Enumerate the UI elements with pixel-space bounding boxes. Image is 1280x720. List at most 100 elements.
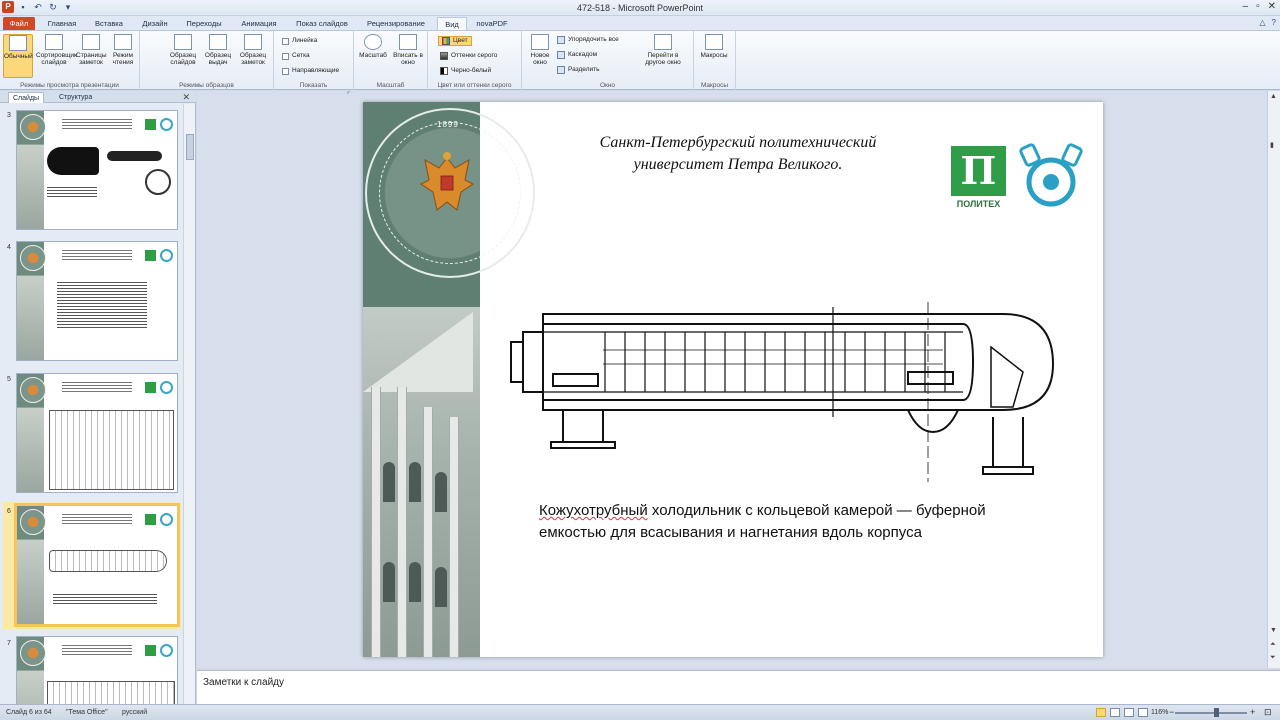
fit-slide-icon[interactable]: ⊡	[1264, 707, 1272, 718]
arrange-icon	[557, 36, 565, 44]
grayscale-button[interactable]: Оттенки серого	[440, 52, 497, 60]
group-label: Режимы образцов	[179, 82, 234, 89]
tab-slides[interactable]: Слайды	[8, 92, 45, 103]
group-label: Показать	[299, 82, 328, 89]
window	[383, 562, 395, 602]
tab-slideshow[interactable]: Показ слайдов	[290, 17, 354, 30]
title-bar: P ▪ ↶ ↻ ▾ 472-518 - Microsoft PowerPoint…	[0, 0, 1280, 16]
thumb-logo-gear	[160, 513, 173, 526]
notes-pane[interactable]: Заметки к слайду	[197, 670, 1280, 704]
cascade-button[interactable]: Каскадом	[557, 51, 597, 59]
color-button[interactable]: Цвет	[438, 36, 472, 46]
notes-page-button[interactable]: Страницы заметок	[76, 34, 107, 66]
window	[409, 462, 421, 502]
scroll-up-icon[interactable]: ▲	[1270, 93, 1277, 100]
panel-scrollbar[interactable]	[183, 104, 195, 704]
handout-master-button[interactable]: Образец выдач	[203, 34, 233, 66]
fit-to-window-button[interactable]: Вписать в окно	[393, 34, 423, 66]
thumb-title	[62, 248, 132, 262]
tab-design[interactable]: Дизайн	[135, 17, 175, 30]
heat-exchanger-drawing	[510, 302, 1055, 482]
slide-master-button[interactable]: Образец слайдов	[168, 34, 198, 66]
new-window-button[interactable]: Новое окно	[525, 34, 555, 66]
slide-thumbnail[interactable]	[16, 373, 178, 493]
thumb-logo	[145, 645, 156, 656]
grid-checkbox[interactable]: Сетка	[282, 52, 310, 60]
polytech-logo-mark: П	[951, 146, 1006, 196]
tab-animation[interactable]: Анимация	[233, 17, 285, 30]
seal-year: 1899	[437, 120, 459, 129]
polytech-logo-text: ПОЛИТЕХ	[956, 199, 1001, 209]
thumb-seal	[20, 245, 46, 271]
minimize-icon[interactable]: –	[1243, 1, 1249, 12]
split-button[interactable]: Разделить	[557, 66, 599, 74]
bw-button[interactable]: Черно-белый	[440, 67, 491, 75]
normal-view-button[interactable]: Обычный	[3, 34, 33, 78]
ruler-checkbox[interactable]: Линейка	[282, 37, 317, 45]
scroll-thumb[interactable]	[186, 134, 194, 160]
split-icon	[557, 66, 565, 74]
bw-swatch-icon	[440, 67, 448, 75]
tab-view[interactable]: Вид	[437, 17, 467, 30]
reading-view-button[interactable]: Режим чтения	[108, 34, 138, 66]
help-icon[interactable]: ?	[1272, 18, 1276, 27]
notes-master-button[interactable]: Образец заметок	[238, 34, 268, 66]
arrange-all-button[interactable]: Упорядочить все	[557, 36, 619, 44]
zoom-button[interactable]: Масштаб	[358, 34, 388, 59]
handout-master-label: Образец выдач	[204, 52, 232, 66]
current-slide[interactable]: 1899 Санкт-Петербургский политехнический…	[363, 102, 1103, 657]
reading-view-icon[interactable]	[1124, 708, 1134, 717]
zoom-slider-track[interactable]	[1175, 712, 1247, 714]
thumb-title	[62, 643, 132, 657]
scroll-thumb[interactable]: ▮	[1270, 141, 1274, 149]
zoom-in-icon[interactable]: +	[1250, 707, 1255, 717]
slide-thumbnail[interactable]	[16, 110, 178, 230]
slide-caption: Кожухотрубный холодильник с кольцевой ка…	[539, 500, 999, 544]
slide-thumbnail[interactable]	[16, 636, 178, 704]
normal-view-icon	[9, 35, 27, 51]
next-slide-icon[interactable]: ⏷	[1270, 654, 1276, 662]
dialog-launcher-icon[interactable]: ⌜	[347, 91, 350, 99]
window	[383, 462, 395, 502]
color-label: Цвет	[453, 37, 468, 44]
slide-sorter-icon[interactable]	[1110, 708, 1120, 717]
tab-home[interactable]: Главная	[42, 17, 82, 30]
close-icon[interactable]: ✕	[1268, 1, 1276, 12]
tab-novapdf[interactable]: novaPDF	[472, 17, 512, 30]
tab-insert[interactable]: Вставка	[88, 17, 130, 30]
canvas-scrollbar[interactable]: ▲ ▮ ▼ ⏶ ⏷	[1267, 91, 1280, 668]
caption-squiggle-word: Кожухотрубный	[539, 502, 648, 519]
switch-window-button[interactable]: Перейти в другое окно	[640, 34, 686, 66]
macros-button[interactable]: Макросы	[699, 34, 729, 59]
thumb-logo	[145, 514, 156, 525]
theme-name[interactable]: "Тема Office"	[66, 709, 108, 716]
normal-view-icon[interactable]	[1096, 708, 1106, 717]
thumb-logo	[145, 382, 156, 393]
slide-thumbnail-selected[interactable]	[14, 503, 180, 627]
zoom-out-icon[interactable]: −	[1169, 707, 1174, 717]
slideshow-icon[interactable]	[1138, 708, 1148, 717]
tab-review[interactable]: Рецензирование	[360, 17, 432, 30]
guides-checkbox[interactable]: Направляющие	[282, 67, 339, 75]
zoom-level[interactable]: 116%	[1151, 709, 1168, 716]
tab-outline[interactable]: Структура	[55, 92, 96, 103]
zoom-slider-knob[interactable]	[1214, 708, 1219, 717]
slide-number: 4	[7, 244, 11, 251]
language-indicator[interactable]: русский	[122, 709, 147, 716]
slide-thumbnail[interactable]	[16, 241, 178, 361]
status-bar: Слайд 6 из 64 "Тема Office" русский 116%…	[0, 704, 1280, 720]
close-icon[interactable]: ✕	[182, 92, 190, 103]
maximize-icon[interactable]: ▫	[1256, 1, 1260, 12]
checkbox-icon	[282, 52, 289, 60]
tab-file[interactable]: Файл	[3, 17, 35, 30]
split-label: Разделить	[568, 66, 600, 73]
slide-sorter-button[interactable]: Сортировщик слайдов	[36, 34, 77, 66]
ruler-label: Линейка	[292, 37, 318, 44]
scroll-down-icon[interactable]: ▼	[1270, 627, 1277, 634]
thumb-drawing	[49, 550, 167, 572]
collapse-ribbon-icon[interactable]: △	[1259, 18, 1265, 27]
tab-transitions[interactable]: Переходы	[180, 17, 228, 30]
prev-slide-icon[interactable]: ⏶	[1270, 641, 1276, 649]
grayscale-label: Оттенки серого	[451, 52, 498, 59]
switch-window-icon	[654, 34, 672, 50]
